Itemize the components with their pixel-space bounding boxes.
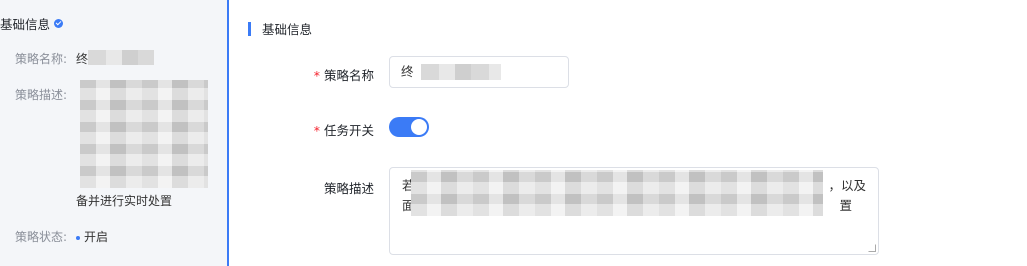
toggle-knob	[411, 119, 427, 135]
resize-handle-icon[interactable]	[868, 244, 876, 252]
summary-status-label: 策略状态:	[15, 230, 68, 244]
section-accent-bar	[248, 21, 251, 36]
summary-title-text: 基础信息	[0, 17, 51, 32]
redacted-description	[80, 80, 208, 188]
summary-desc-label: 策略描述:	[15, 88, 68, 102]
summary-desc-tail: 备并进行实时处置	[76, 194, 173, 208]
summary-panel: 基础信息 策略名称: 终 策略描述: 备并进行实时处置 策略状态: 开启	[0, 0, 229, 266]
desc-field-label: 策略描述	[323, 181, 374, 196]
switch-label-text: 任务开关	[323, 123, 374, 138]
name-input-value: 终	[401, 64, 414, 79]
desc-line1-end: ，以及	[828, 178, 866, 193]
redacted-name	[88, 50, 154, 65]
name-field-label: * 策略名称	[304, 65, 374, 84]
required-mark: *	[313, 68, 320, 83]
required-mark: *	[313, 123, 320, 138]
desc-line2-end: 置	[839, 198, 852, 213]
status-text: 开启	[84, 230, 109, 244]
summary-name-label: 策略名称:	[15, 52, 68, 66]
summary-status-value: 开启	[76, 228, 108, 245]
switch-field-label: * 任务开关	[304, 120, 374, 139]
section-title: 基础信息	[262, 22, 313, 37]
form-panel: 基础信息 * 策略名称 终 * 任务开关 策略描述 若 ，以及 面 置	[231, 0, 1027, 266]
status-dot-icon	[76, 235, 80, 240]
check-circle-icon	[54, 19, 64, 28]
summary-name-value: 终	[76, 52, 89, 66]
redacted-name-input	[421, 64, 501, 80]
section-header: 基础信息	[248, 19, 312, 38]
summary-title: 基础信息	[0, 14, 64, 33]
redacted-description-text	[411, 170, 823, 216]
task-switch-toggle[interactable]	[389, 117, 429, 137]
name-label-text: 策略名称	[323, 68, 374, 83]
